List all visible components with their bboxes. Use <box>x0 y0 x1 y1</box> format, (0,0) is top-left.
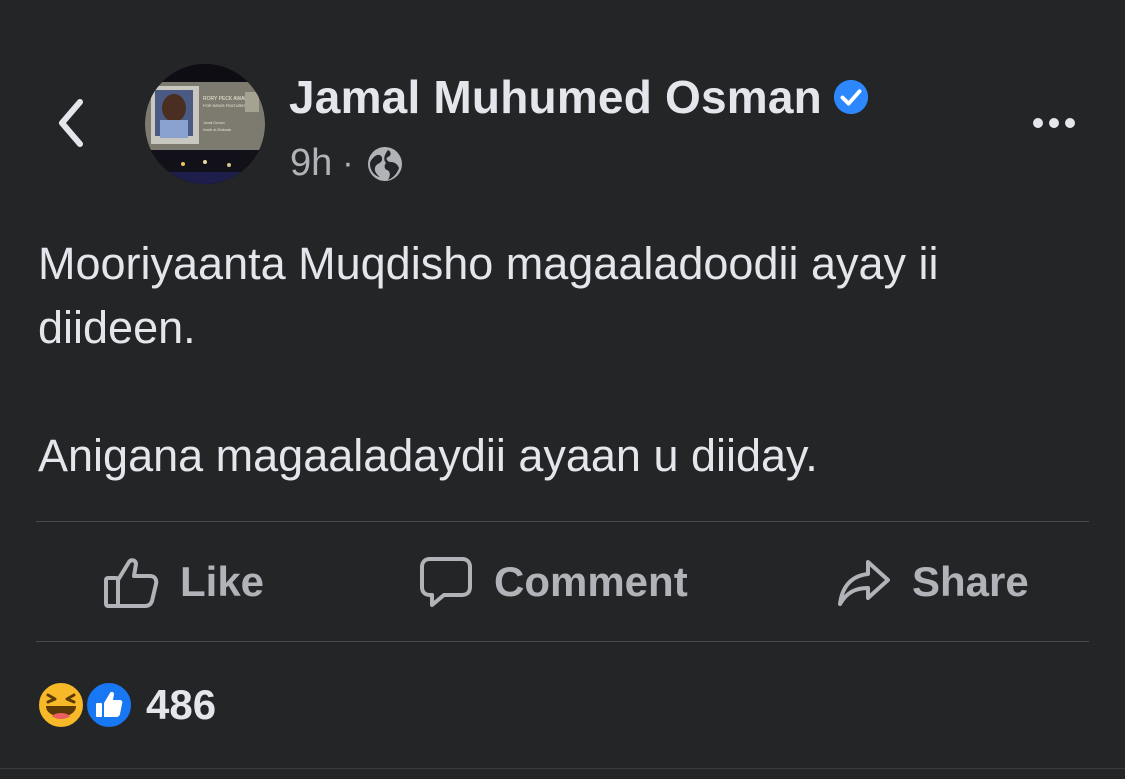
like-label: Like <box>180 557 265 605</box>
haha-icon <box>37 681 85 729</box>
comment-button[interactable]: Comment <box>418 522 688 641</box>
verified-badge-icon <box>833 79 869 115</box>
back-button[interactable] <box>48 94 94 152</box>
share-arrow-icon <box>838 559 890 606</box>
like-icon <box>85 681 133 729</box>
thumbs-up-icon <box>104 557 159 608</box>
comment-bubble-icon <box>420 556 472 607</box>
avatar[interactable]: RORY PECK AWARD FOR NEWS FEATURES Jamal … <box>145 64 265 184</box>
post-body: Mooriyaanta Muqdisho magaaladoodii ayay … <box>38 232 1098 488</box>
svg-text:RORY PECK AWARD: RORY PECK AWARD <box>203 96 252 102</box>
post-time[interactable]: 9h <box>290 142 332 185</box>
comment-label: Comment <box>494 557 688 605</box>
svg-text:Jamal Osman: Jamal Osman <box>203 121 225 125</box>
reaction-count: 486 <box>146 681 217 728</box>
chevron-left-icon <box>59 99 83 147</box>
dot-icon <box>1065 118 1075 128</box>
reactions-summary[interactable]: 486 <box>36 680 216 730</box>
svg-text:Inside al-Shabaab: Inside al-Shabaab <box>203 128 231 132</box>
post-text-line: Mooriyaanta Muqdisho magaaladoodii ayay … <box>38 238 939 353</box>
post-text-line: Anigana magaaladaydii ayaan u diiday. <box>38 430 818 481</box>
dot-icon <box>1033 118 1043 128</box>
divider <box>36 641 1089 642</box>
meta-separator: · <box>342 144 354 182</box>
post-meta: 9h · <box>290 142 406 185</box>
author-name-text[interactable]: Jamal Muhumed Osman <box>289 70 822 124</box>
divider <box>0 768 1125 779</box>
share-button[interactable]: Share <box>836 522 1029 641</box>
like-button[interactable]: Like <box>102 522 264 641</box>
reaction-icons <box>36 680 133 730</box>
author-name[interactable]: Jamal Muhumed Osman <box>289 70 870 124</box>
globe-icon[interactable] <box>364 143 406 185</box>
dot-icon <box>1049 118 1059 128</box>
share-label: Share <box>912 557 1029 605</box>
svg-text:FOR NEWS FEATURES: FOR NEWS FEATURES <box>203 103 247 108</box>
more-options-button[interactable] <box>1024 106 1084 140</box>
action-bar: Like Comment Share <box>36 522 1089 641</box>
